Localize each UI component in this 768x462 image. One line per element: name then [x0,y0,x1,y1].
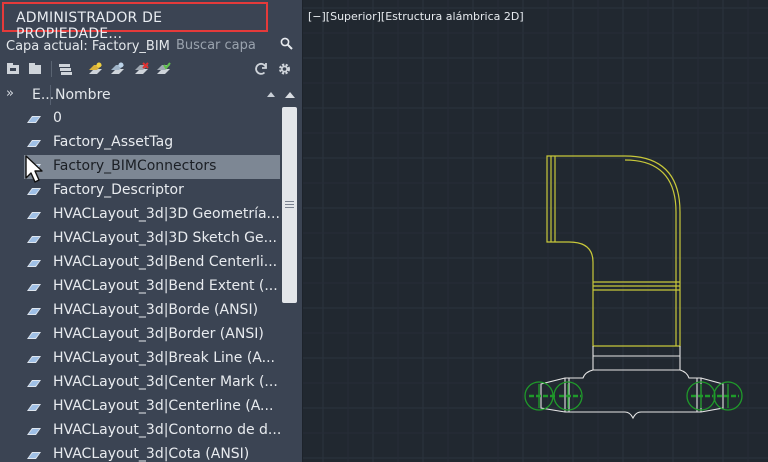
thumb-grip-line [285,207,294,208]
set-current-icon[interactable] [156,62,171,76]
layer-name: HVACLayout_3d|Border (ANSI) [53,326,264,342]
scroll-up-arrow-icon[interactable] [285,92,295,98]
layer-icon[interactable] [27,187,41,195]
layer-name: HVACLayout_3d|Cota (ANSI) [53,446,250,462]
column-header-name[interactable]: Nombre [55,87,111,103]
search-input[interactable]: Buscar capa [176,38,256,53]
layer-name: HVACLayout_3d|Bend Extent (... [53,278,278,294]
layer-name: HVACLayout_3d|Bend Centerli... [53,254,278,270]
layer-row[interactable]: HVACLayout_3d|Centerline (A... [24,395,280,419]
layer-row[interactable]: HVACLayout_3d|Contorno de d... [24,419,280,443]
drawing-viewport[interactable]: [−][Superior][Estructura alámbrica 2D] [303,0,768,462]
scrollbar-thumb[interactable] [282,107,297,303]
layer-row[interactable]: HVACLayout_3d|Center Mark (... [24,371,280,395]
layer-name: HVACLayout_3d|3D Sketch Ge... [53,230,277,246]
layer-row[interactable]: HVACLayout_3d|3D Geometría... [24,203,280,227]
layer-name: HVACLayout_3d|Borde (ANSI) [53,302,259,318]
layer-row[interactable]: HVACLayout_3d|Bend Centerli... [24,251,280,275]
layer-states-manager-icon[interactable] [58,62,73,76]
layer-icon[interactable] [27,379,41,387]
thumb-grip-line [285,204,294,205]
layer-name: HVACLayout_3d|Contorno de d... [53,422,280,438]
layer-name: Factory_BIMConnectors [53,158,217,174]
expand-chevron-icon[interactable]: » [6,86,14,101]
layer-icon[interactable] [27,139,41,147]
layer-row[interactable]: HVACLayout_3d|3D Sketch Ge... [24,227,280,251]
new-layer-icon[interactable] [88,62,103,76]
layer-icon[interactable] [27,403,41,411]
layer-icon[interactable] [27,451,41,459]
layer-list-scrollbar[interactable] [280,83,300,462]
layer-list: E... Nombre 0 Factory_AssetTag Factory_BIM… [24,83,280,462]
layer-name: 0 [53,110,62,126]
layer-list-header: E... Nombre [24,83,280,107]
layer-row[interactable]: HVACLayout_3d|Bend Extent (... [24,275,280,299]
toolbar-separator [51,61,52,77]
layer-icon[interactable] [27,211,41,219]
layer-icon[interactable] [27,331,41,339]
layer-name: HVACLayout_3d|Break Line (A... [53,350,275,366]
layer-row[interactable]: 0 [24,107,280,131]
layer-row[interactable]: HVACLayout_3d|Border (ANSI) [24,323,280,347]
current-layer-label: Capa actual: Factory_BIM [6,39,170,54]
layer-name: HVACLayout_3d|3D Geometría... [53,206,280,222]
sort-ascending-icon [267,92,275,97]
layer-icon[interactable] [27,355,41,363]
layer-icon[interactable] [27,115,41,123]
search-icon[interactable] [280,37,294,51]
search-layer-box[interactable]: Buscar capa [174,36,298,58]
layer-name: HVACLayout_3d|Center Mark (... [53,374,278,390]
layer-row[interactable]: HVACLayout_3d|Break Line (A... [24,347,280,371]
column-divider[interactable] [50,85,51,105]
viewport-controls-label[interactable]: [−][Superior][Estructura alámbrica 2D] [308,10,524,23]
layer-properties-palette: ADMINISTRADOR DE PROPIEDADE... Capa actu… [0,0,303,462]
layer-icon[interactable] [27,235,41,243]
layer-row[interactable]: HVACLayout_3d|Cota (ANSI) [24,443,280,462]
layer-icon[interactable] [27,283,41,291]
layer-icon[interactable] [27,427,41,435]
layer-icon[interactable] [27,259,41,267]
layer-row[interactable]: HVACLayout_3d|Borde (ANSI) [24,299,280,323]
settings-icon[interactable] [277,62,292,76]
delete-layer-icon[interactable] [134,62,149,76]
bim-connectors[interactable] [524,381,743,411]
duct-elbow[interactable] [546,155,681,347]
new-property-filter-icon[interactable] [6,62,21,76]
expand-filter-pane-strip[interactable]: » [0,83,24,462]
palette-title-bar[interactable]: ADMINISTRADOR DE PROPIEDADE... [2,2,268,42]
layer-name: Factory_AssetTag [53,134,174,150]
layer-row[interactable]: Factory_AssetTag [24,131,280,155]
refresh-icon[interactable] [254,62,269,76]
layer-row[interactable]: Factory_Descriptor [24,179,280,203]
layer-row[interactable]: Factory_BIMConnectors [24,155,280,179]
new-group-filter-icon[interactable] [28,62,43,76]
layer-toolbar [0,60,302,80]
layer-name: Factory_Descriptor [53,182,184,198]
layer-name: HVACLayout_3d|Centerline (A... [53,398,274,414]
drawing-canvas[interactable] [303,0,768,462]
mouse-pointer-icon [25,155,43,183]
layer-icon[interactable] [27,307,41,315]
thumb-grip-line [285,201,294,202]
new-layer-vp-frozen-icon[interactable] [110,62,125,76]
